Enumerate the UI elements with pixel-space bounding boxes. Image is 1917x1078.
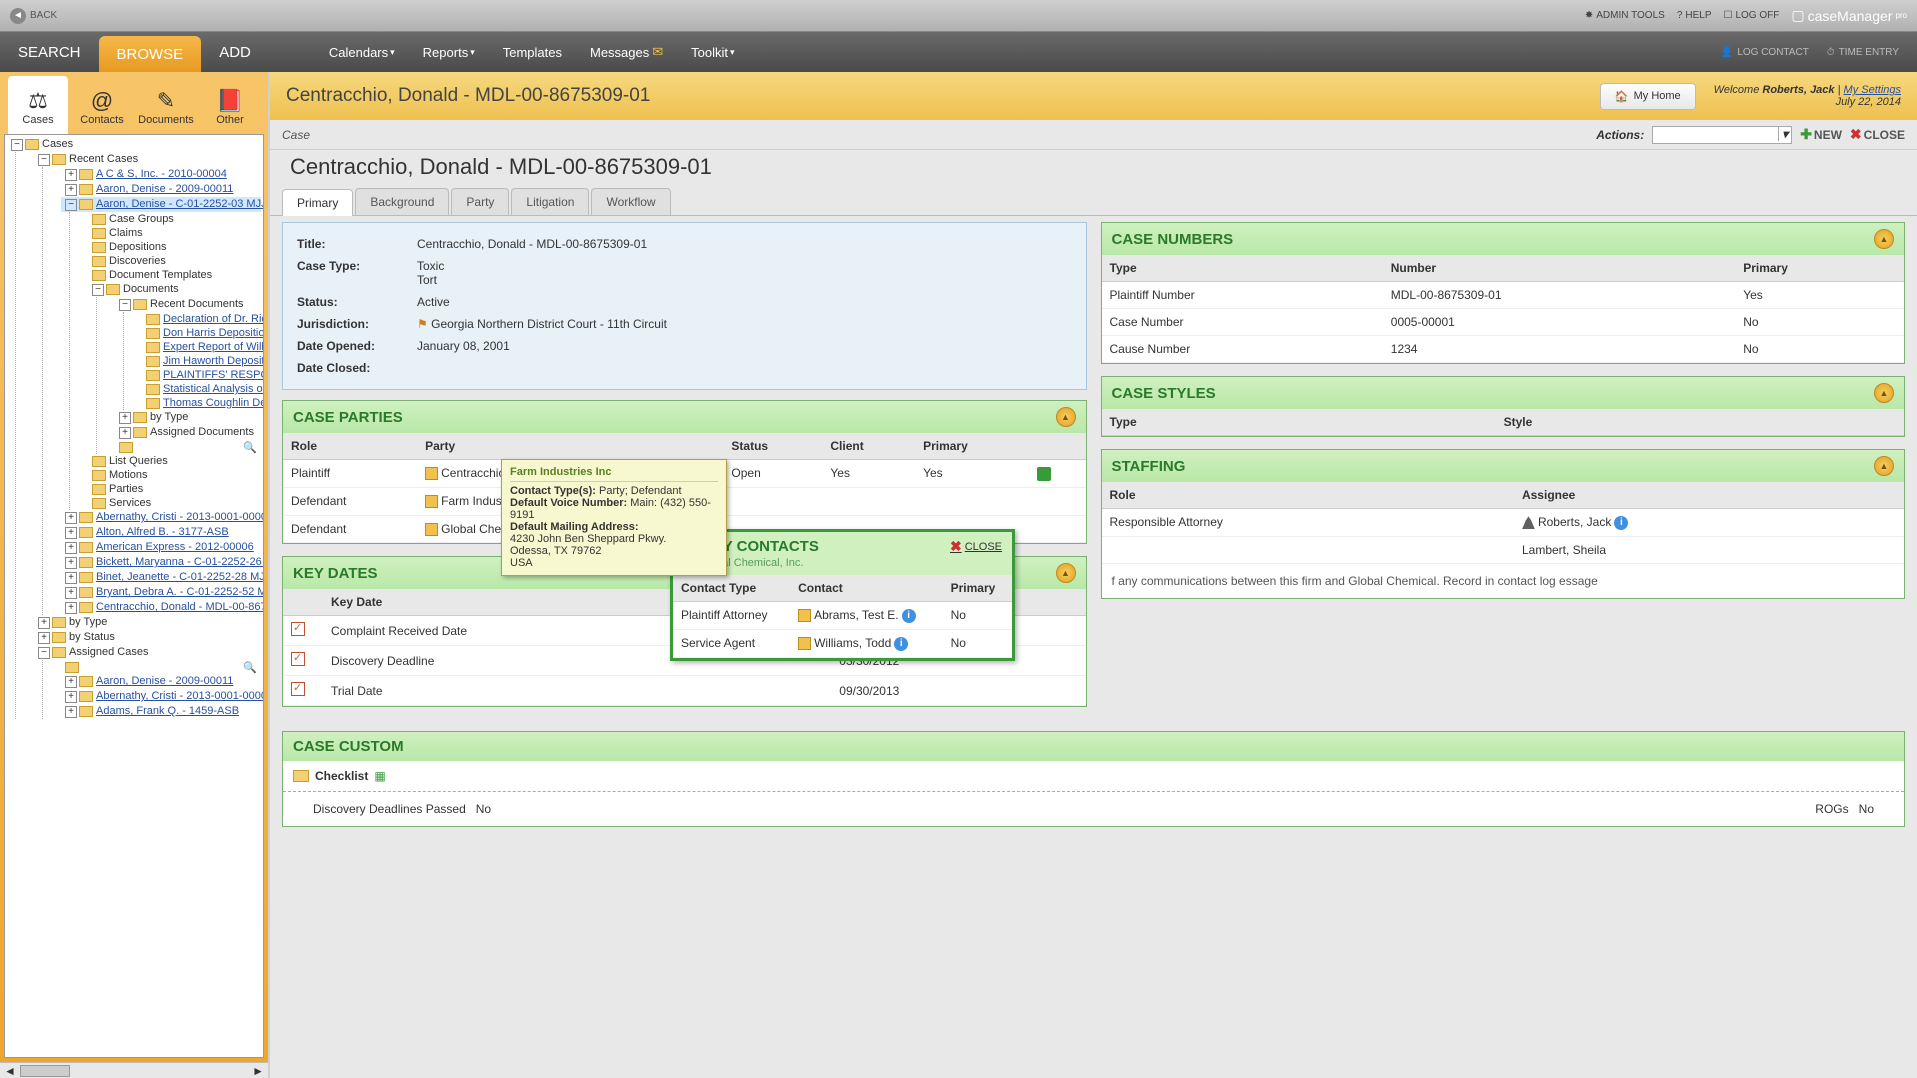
logoff-link[interactable]: ☐LOG OFF bbox=[1724, 10, 1780, 21]
close-icon: ✖ bbox=[950, 538, 962, 555]
nav-calendars[interactable]: Calendars▾ bbox=[329, 32, 395, 72]
action-icon[interactable] bbox=[1037, 467, 1051, 481]
welcome-text: Welcome Roberts, Jack | My Settings July… bbox=[1714, 84, 1901, 108]
my-settings-link[interactable]: My Settings bbox=[1844, 84, 1901, 96]
number-row[interactable]: Case Number0005-00001No bbox=[1102, 309, 1905, 336]
case-numbers-panel: CASE NUMBERS TypeNumberPrimary Plaintiff… bbox=[1101, 222, 1906, 364]
mail-icon: ✉ bbox=[652, 44, 663, 60]
excel-icon[interactable]: ▦ bbox=[374, 769, 385, 783]
nav-templates[interactable]: Templates bbox=[503, 32, 562, 72]
scales-icon: ⚖ bbox=[28, 88, 48, 114]
case-title: Centracchio, Donald - MDL-00-8675309-01 bbox=[270, 150, 1917, 188]
logoff-icon: ☐ bbox=[1724, 10, 1733, 21]
nav-tab-add[interactable]: ADD bbox=[201, 32, 269, 72]
help-icon: ? bbox=[1677, 10, 1683, 21]
case-info-box: Title:Centracchio, Donald - MDL-00-86753… bbox=[282, 222, 1087, 390]
subtab-cases[interactable]: ⚖Cases bbox=[8, 76, 68, 134]
collapse-button[interactable] bbox=[1874, 383, 1894, 403]
search-small-icon[interactable]: 🔍 bbox=[243, 661, 257, 674]
folder-icon bbox=[25, 139, 39, 150]
collapse-button[interactable] bbox=[1056, 563, 1076, 583]
info-icon[interactable]: i bbox=[1614, 516, 1628, 530]
admin-tools-link[interactable]: ✸ADMIN TOOLS bbox=[1585, 10, 1665, 21]
time-entry-button[interactable]: ⏱TIME ENTRY bbox=[1827, 32, 1899, 72]
plus-icon: ✚ bbox=[1800, 126, 1812, 143]
subtab-contacts[interactable]: @Contacts bbox=[72, 76, 132, 134]
page-title: Centracchio, Donald - MDL-00-8675309-01 bbox=[286, 85, 650, 107]
staffing-panel: STAFFING RoleAssignee Responsible Attorn… bbox=[1101, 449, 1906, 599]
clock-icon: ⏱ bbox=[1827, 47, 1835, 58]
tab-primary[interactable]: Primary bbox=[282, 189, 353, 216]
keydate-row[interactable]: Trial Date09/30/2013 bbox=[283, 676, 1086, 706]
nav-reports[interactable]: Reports▾ bbox=[423, 32, 475, 72]
new-button[interactable]: ✚NEW bbox=[1800, 126, 1842, 143]
number-row[interactable]: Cause Number1234No bbox=[1102, 336, 1905, 363]
tab-workflow[interactable]: Workflow bbox=[591, 188, 670, 215]
back-button[interactable]: ◄ BACK bbox=[10, 8, 57, 24]
check-icon bbox=[291, 622, 305, 636]
at-icon: @ bbox=[91, 88, 113, 114]
case-styles-panel: CASE STYLES TypeStyle bbox=[1101, 376, 1906, 437]
nav-toolkit[interactable]: Toolkit▾ bbox=[691, 32, 734, 72]
collapse-button[interactable] bbox=[1056, 407, 1076, 427]
actions-label: Actions: bbox=[1596, 128, 1644, 142]
contact-row[interactable]: Service AgentWilliams, ToddiNo bbox=[673, 629, 1012, 657]
case-custom-panel: CASE CUSTOM Checklist ▦ Discovery Deadli… bbox=[282, 731, 1905, 827]
staff-row[interactable]: Lambert, Sheila bbox=[1102, 536, 1905, 563]
pencil-icon: ✎ bbox=[157, 88, 175, 114]
case-tree[interactable]: −Cases −Recent Cases +A C & S, Inc. - 20… bbox=[4, 134, 264, 1058]
tab-litigation[interactable]: Litigation bbox=[511, 188, 589, 215]
case-parties-panel: CASE PARTIES RolePartyStatusClientPrimar… bbox=[282, 400, 1087, 544]
folder-icon bbox=[293, 770, 309, 782]
tree-case-link[interactable]: A C & S, Inc. - 2010-00004 bbox=[96, 168, 227, 180]
contact-tooltip: Farm Industries Inc Contact Type(s): Par… bbox=[501, 459, 727, 576]
staffing-note: f any communications between this firm a… bbox=[1102, 564, 1905, 598]
number-row[interactable]: Plaintiff NumberMDL-00-8675309-01Yes bbox=[1102, 282, 1905, 309]
contact-icon: 👤 bbox=[1721, 47, 1733, 58]
tree-toggle[interactable]: − bbox=[11, 139, 23, 151]
collapse-button[interactable] bbox=[1874, 456, 1894, 476]
breadcrumb: Case bbox=[282, 128, 310, 142]
close-icon: ✖ bbox=[1850, 126, 1862, 143]
gear-icon: ✸ bbox=[1585, 10, 1593, 21]
close-button[interactable]: ✖CLOSE bbox=[1850, 126, 1905, 143]
horizontal-scrollbar[interactable]: ◄► bbox=[0, 1062, 268, 1078]
search-small-icon[interactable]: 🔍 bbox=[243, 441, 257, 454]
back-arrow-icon: ◄ bbox=[10, 8, 26, 24]
contact-row[interactable]: Plaintiff AttorneyAbrams, Test E.iNo bbox=[673, 602, 1012, 630]
my-home-button[interactable]: 🏠My Home bbox=[1600, 83, 1696, 110]
popup-close-button[interactable]: ✖CLOSE bbox=[950, 538, 1002, 555]
nav-messages[interactable]: Messages✉ bbox=[590, 32, 663, 72]
home-icon: 🏠 bbox=[1615, 90, 1629, 103]
checklist-row[interactable]: Checklist ▦ bbox=[283, 761, 1904, 792]
person-icon bbox=[1522, 516, 1535, 529]
subtab-documents[interactable]: ✎Documents bbox=[136, 76, 196, 134]
collapse-button[interactable] bbox=[1874, 229, 1894, 249]
staff-row[interactable]: Responsible AttorneyRoberts, Jacki bbox=[1102, 509, 1905, 537]
help-link[interactable]: ?HELP bbox=[1677, 10, 1712, 21]
tab-background[interactable]: Background bbox=[355, 188, 449, 215]
nav-tab-search[interactable]: SEARCH bbox=[0, 32, 99, 72]
actions-dropdown[interactable]: ▾ bbox=[1652, 126, 1792, 144]
back-label: BACK bbox=[30, 10, 57, 21]
subtab-other[interactable]: 📕Other bbox=[200, 76, 260, 134]
log-contact-button[interactable]: 👤LOG CONTACT bbox=[1721, 32, 1809, 72]
tab-party[interactable]: Party bbox=[451, 188, 509, 215]
book-icon: 📕 bbox=[216, 88, 243, 114]
gavel-icon: ⚑ bbox=[417, 317, 428, 331]
app-logo: ▢ caseManagerpro bbox=[1791, 7, 1907, 24]
nav-tab-browse[interactable]: BROWSE bbox=[99, 36, 202, 72]
contact-card-icon bbox=[425, 467, 438, 480]
